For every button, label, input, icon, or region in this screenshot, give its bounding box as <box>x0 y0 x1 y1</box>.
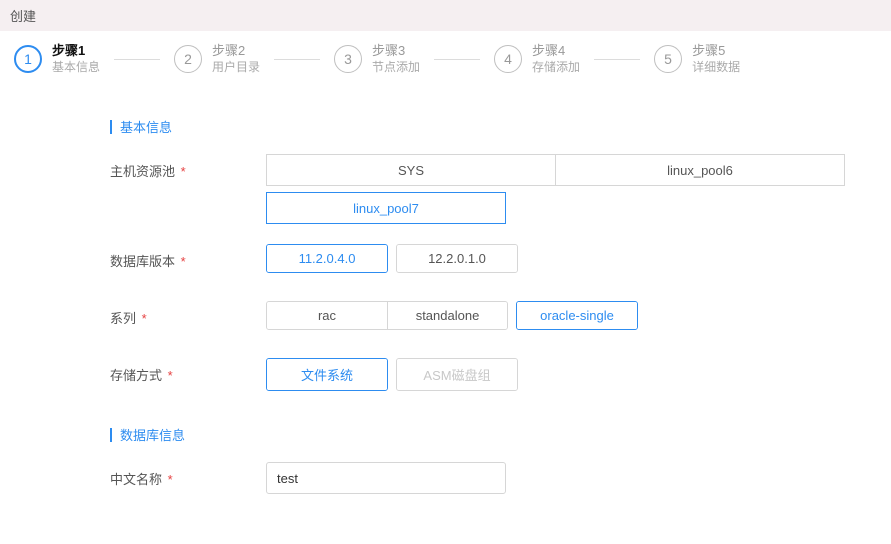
step-4-desc: 存储添加 <box>532 60 580 76</box>
section-dbinfo-title: 数据库信息 <box>110 425 873 444</box>
label-series: 系列 * <box>110 301 266 327</box>
series-option-standalone[interactable]: standalone <box>387 302 507 329</box>
step-2-circle: 2 <box>174 45 202 73</box>
step-3[interactable]: 3 步骤3 节点添加 <box>334 43 420 75</box>
series-option-rac[interactable]: rac <box>267 302 387 329</box>
row-db-version: 数据库版本 * 11.2.0.4.0 12.2.0.1.0 <box>110 244 873 281</box>
section-basic-title: 基本信息 <box>110 117 873 136</box>
row-host-pool: 主机资源池 * SYS linux_pool6 linux_pool7 <box>110 154 873 224</box>
step-connector <box>274 59 320 60</box>
step-5-circle: 5 <box>654 45 682 73</box>
label-storage-text: 存储方式 <box>110 368 162 383</box>
step-1-title: 步骤1 <box>52 43 100 60</box>
host-pool-options: SYS linux_pool6 linux_pool7 <box>266 154 866 224</box>
step-connector <box>114 59 160 60</box>
label-storage: 存储方式 * <box>110 358 266 384</box>
required-mark: * <box>168 368 173 383</box>
row-storage: 存储方式 * 文件系统 ASM磁盘组 <box>110 358 873 399</box>
db-version-option-11[interactable]: 11.2.0.4.0 <box>267 245 387 272</box>
step-3-circle: 3 <box>334 45 362 73</box>
db-version-option-12[interactable]: 12.2.0.1.0 <box>397 245 517 272</box>
host-pool-option-sys[interactable]: SYS <box>266 154 556 186</box>
step-1-desc: 基本信息 <box>52 60 100 76</box>
label-host-pool: 主机资源池 * <box>110 154 266 180</box>
storage-option-file[interactable]: 文件系统 <box>267 359 387 390</box>
step-2[interactable]: 2 步骤2 用户目录 <box>174 43 260 75</box>
cn-name-input[interactable] <box>266 462 506 494</box>
step-2-desc: 用户目录 <box>212 60 260 76</box>
section-basic-title-text: 基本信息 <box>120 117 172 136</box>
step-3-title: 步骤3 <box>372 43 420 60</box>
host-pool-option-linux6[interactable]: linux_pool6 <box>555 154 845 186</box>
step-3-desc: 节点添加 <box>372 60 420 76</box>
series-option-oracle-single[interactable]: oracle-single <box>517 302 637 329</box>
step-2-title: 步骤2 <box>212 43 260 60</box>
step-1[interactable]: 1 步骤1 基本信息 <box>14 43 100 75</box>
step-connector <box>434 59 480 60</box>
step-5-desc: 详细数据 <box>692 60 740 76</box>
step-4-title: 步骤4 <box>532 43 580 60</box>
row-cn-name: 中文名称 * <box>110 462 873 494</box>
series-options: rac standalone oracle-single <box>266 301 646 338</box>
host-pool-option-linux7[interactable]: linux_pool7 <box>266 192 506 224</box>
label-cn-name: 中文名称 * <box>110 462 266 488</box>
label-db-version-text: 数据库版本 <box>110 254 175 269</box>
step-wizard: 1 步骤1 基本信息 2 步骤2 用户目录 3 步骤3 节点添加 4 步骤4 存… <box>0 31 891 91</box>
storage-options: 文件系统 ASM磁盘组 <box>266 358 526 399</box>
cn-name-control <box>266 462 506 494</box>
step-5[interactable]: 5 步骤5 详细数据 <box>654 43 740 75</box>
required-mark: * <box>181 164 186 179</box>
row-series: 系列 * rac standalone oracle-single <box>110 301 873 338</box>
label-cn-name-text: 中文名称 <box>110 472 162 487</box>
page-header: 创建 <box>0 0 891 31</box>
page-title: 创建 <box>10 9 36 24</box>
required-mark: * <box>181 254 186 269</box>
step-4-circle: 4 <box>494 45 522 73</box>
label-series-text: 系列 <box>110 311 136 326</box>
step-5-title: 步骤5 <box>692 43 740 60</box>
db-version-options: 11.2.0.4.0 12.2.0.1.0 <box>266 244 526 281</box>
form-area: 基本信息 主机资源池 * SYS linux_pool6 linux_pool7… <box>0 117 891 544</box>
step-1-circle: 1 <box>14 45 42 73</box>
label-host-pool-text: 主机资源池 <box>110 164 175 179</box>
step-connector <box>594 59 640 60</box>
required-mark: * <box>168 472 173 487</box>
required-mark: * <box>142 311 147 326</box>
step-4[interactable]: 4 步骤4 存储添加 <box>494 43 580 75</box>
storage-option-asm: ASM磁盘组 <box>397 359 517 390</box>
section-dbinfo-title-text: 数据库信息 <box>120 425 185 444</box>
label-db-version: 数据库版本 * <box>110 244 266 270</box>
